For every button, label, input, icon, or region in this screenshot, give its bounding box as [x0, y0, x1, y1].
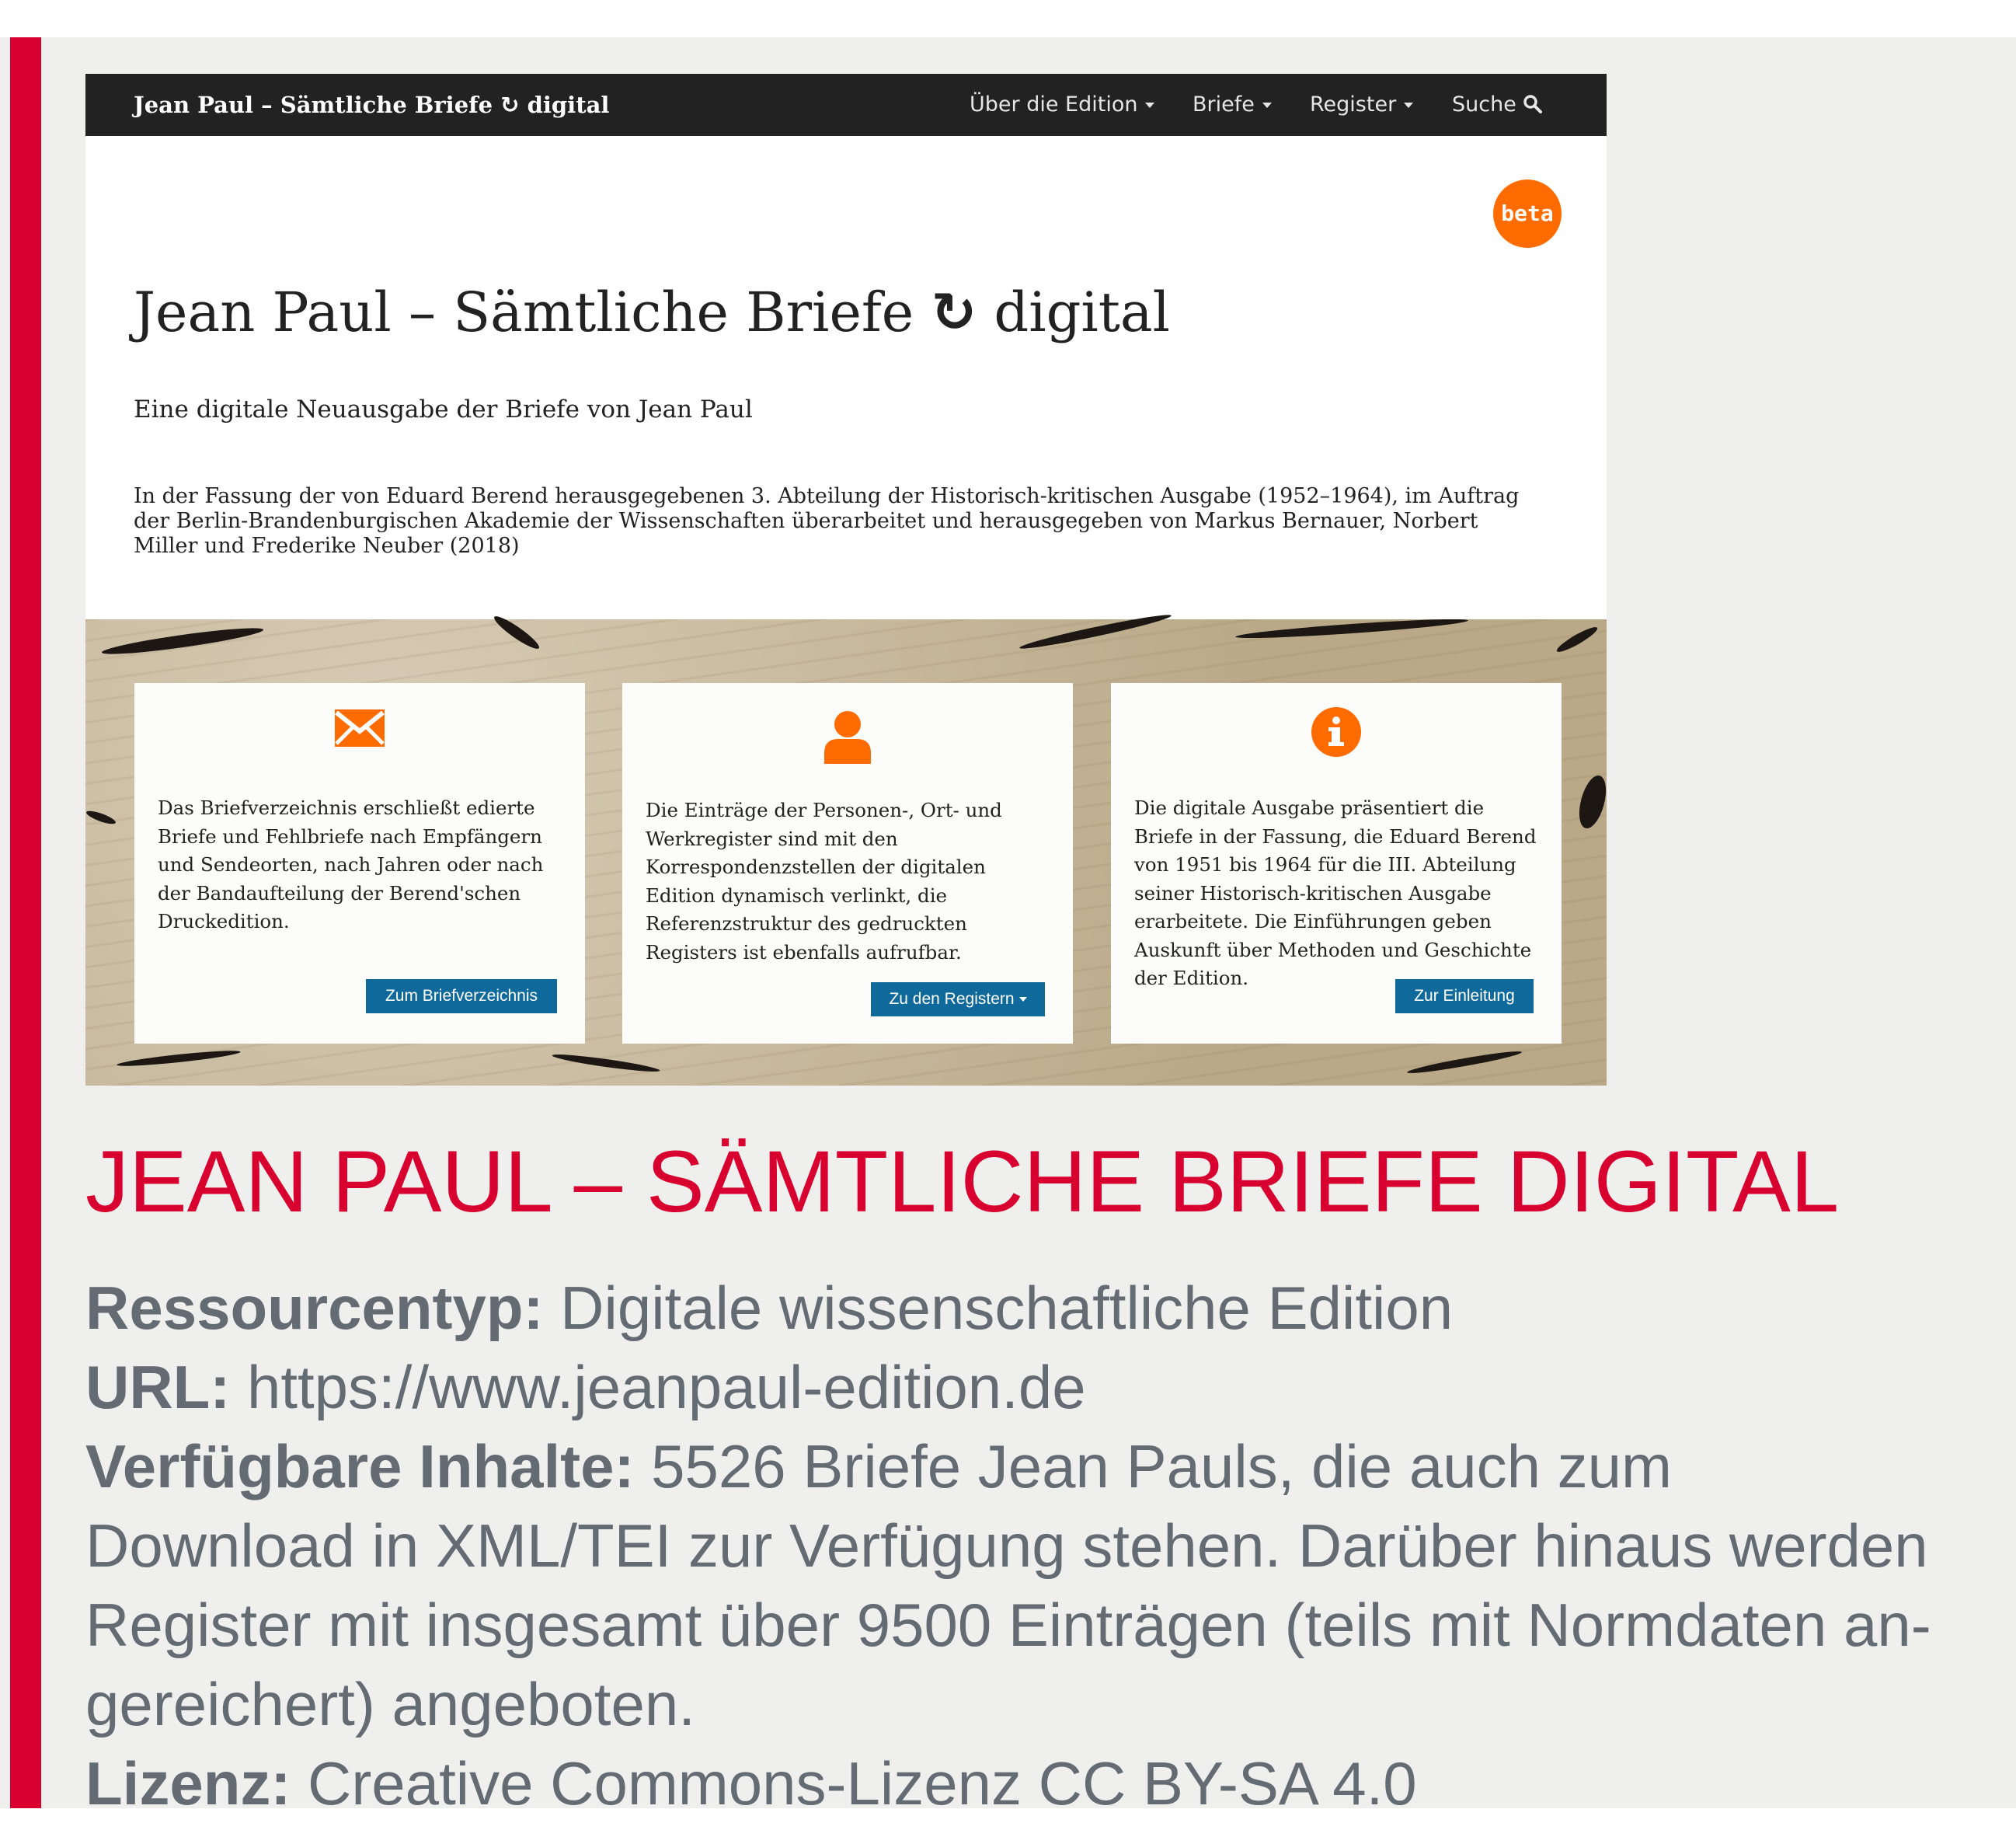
- sync-icon: ↻: [931, 281, 977, 344]
- license-value: Creative Commons-Lizenz CC BY-SA 4.0: [308, 1749, 1417, 1818]
- license-row: Lizenz: Creative Commons-Lizenz CC BY-SA…: [85, 1744, 1997, 1823]
- nav-item-ueber-die-edition[interactable]: Über die Edition: [970, 89, 1155, 120]
- navbar: Jean Paul – Sämtliche Briefe ↻ digital Ü…: [85, 74, 1607, 136]
- site-title: Jean Paul – Sämtliche Briefe ↻ digital: [134, 277, 1170, 347]
- contents-text: Download in XML/TEI zur Verfügung stehen…: [85, 1511, 1928, 1580]
- ink-stroke: [116, 1047, 242, 1069]
- nav-item-label: Über die Edition: [970, 92, 1138, 117]
- beta-badge: beta: [1493, 180, 1562, 248]
- nav-item-suche[interactable]: Suche: [1452, 89, 1543, 120]
- brand-suffix: digital: [527, 92, 610, 118]
- card-text: Das Briefverzeichnis erschließt edierte …: [158, 796, 544, 932]
- card-text: Die Einträge der Personen-, Ort- und Wer…: [646, 799, 1002, 964]
- card-einleitung: Die digitale Ausgabe präsentiert die Bri…: [1111, 683, 1562, 1044]
- navbar-brand[interactable]: Jean Paul – Sämtliche Briefe ↻ digital: [134, 89, 609, 120]
- person-icon: [622, 709, 1073, 768]
- site-title-text: Jean Paul – Sämtliche Briefe: [134, 281, 914, 344]
- caret-down-icon: [1018, 997, 1027, 1002]
- card-briefverzeichnis: Das Briefverzeichnis erschließt edierte …: [134, 683, 585, 1044]
- search-icon: [1523, 95, 1543, 113]
- contents-text: 5526 Briefe Jean Pauls, die auch zum: [651, 1432, 1672, 1501]
- ink-stroke: [85, 808, 117, 827]
- caret-down-icon: [1262, 103, 1272, 108]
- nav-item-label: Suche: [1452, 92, 1516, 117]
- site-subtitle: Eine digitale Neuausgabe der Briefe von …: [134, 396, 753, 424]
- ink-stroke: [1406, 1048, 1523, 1076]
- url-value: https://www.jeanpaul-edition.de: [246, 1353, 1086, 1421]
- ink-stroke: [1574, 772, 1607, 831]
- ink-stroke: [1234, 615, 1469, 642]
- contents-text: gereichert) angeboten.: [85, 1670, 695, 1738]
- nav-item-label: Register: [1310, 92, 1397, 117]
- resource-type-label: Ressourcentyp:: [85, 1274, 544, 1342]
- ink-stroke: [551, 1051, 661, 1075]
- ink-stroke: [100, 623, 265, 659]
- license-label: Lizenz:: [85, 1749, 291, 1818]
- caret-down-icon: [1145, 103, 1155, 108]
- zu-den-registern-button[interactable]: Zu den Registern: [871, 982, 1045, 1016]
- resource-type-row: Ressourcentyp: Digitale wissenschaftlich…: [85, 1268, 1997, 1347]
- nav-item-label: Briefe: [1193, 92, 1255, 117]
- site-title-suffix: digital: [994, 281, 1171, 344]
- brand-text: Jean Paul – Sämtliche Briefe: [134, 92, 493, 118]
- resource-type-value: Digitale wissenschaftliche Edition: [560, 1274, 1454, 1342]
- card-register: Die Einträge der Personen-, Ort- und Wer…: [622, 683, 1073, 1044]
- zum-briefverzeichnis-button[interactable]: Zum Briefverzeichnis: [366, 979, 557, 1013]
- ink-stroke: [1555, 623, 1600, 656]
- url-label: URL:: [85, 1353, 231, 1421]
- info-icon: [1111, 706, 1562, 762]
- website-screenshot: Jean Paul – Sämtliche Briefe ↻ digital Ü…: [85, 74, 1607, 1086]
- contents-text: Register mit insgesamt über 9500 Einträg…: [85, 1591, 1931, 1659]
- nav-item-register[interactable]: Register: [1310, 89, 1414, 120]
- slide: Jean Paul – Sämtliche Briefe ↻ digital Ü…: [0, 37, 2016, 1818]
- nav-item-briefe[interactable]: Briefe: [1193, 89, 1272, 120]
- contents-row: Verfügbare Inhalte: 5526 Briefe Jean Pau…: [85, 1427, 1997, 1506]
- slide-title: JEAN PAUL – SÄMTLICHE BRIEFE DIGITAL: [85, 1133, 1840, 1230]
- card-text: Die digitale Ausgabe präsentiert die Bri…: [1134, 796, 1537, 989]
- ink-stroke: [491, 612, 542, 653]
- caret-down-icon: [1404, 103, 1414, 108]
- accent-bar: [10, 37, 41, 1808]
- resource-info: Ressourcentyp: Digitale wissenschaftlich…: [85, 1268, 1997, 1823]
- site-intro: In der Fassung der von Eduard Berend her…: [134, 484, 1520, 558]
- ink-stroke: [1018, 611, 1173, 653]
- button-label: Zu den Registern: [889, 990, 1015, 1008]
- url-row: URL: https://www.jeanpaul-edition.de: [85, 1347, 1997, 1427]
- manuscript-background: Das Briefverzeichnis erschließt edierte …: [85, 611, 1607, 1086]
- zur-einleitung-button[interactable]: Zur Einleitung: [1395, 979, 1534, 1013]
- sync-icon: ↻: [500, 92, 520, 118]
- envelope-icon: [134, 708, 585, 752]
- contents-label: Verfügbare Inhalte:: [85, 1432, 635, 1501]
